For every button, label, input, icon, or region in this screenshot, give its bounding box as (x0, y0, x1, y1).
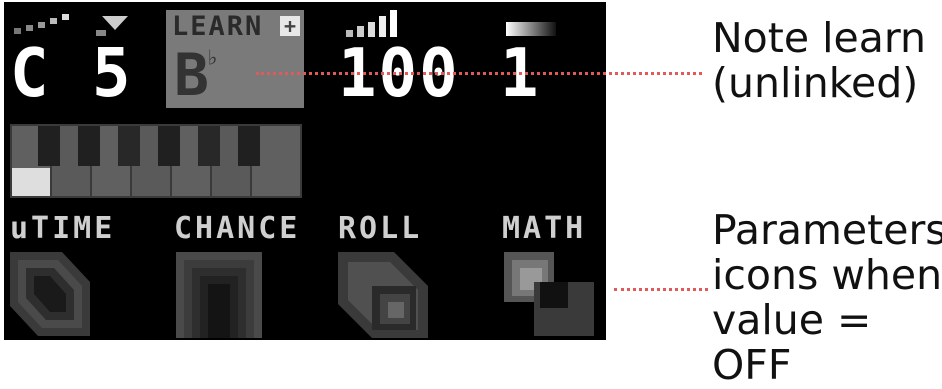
device-screen: C 5 LEARN + B ♭ 100 1 uTIME CHANCE ROLL … (4, 2, 606, 340)
annotation-line: value = OFF (712, 296, 872, 389)
math-icon[interactable] (504, 252, 600, 338)
note-scale-icon (14, 14, 69, 34)
param-label-roll: ROLL (338, 211, 423, 246)
octave-value[interactable]: 5 (92, 40, 133, 107)
plus-icon[interactable]: + (280, 16, 300, 36)
annotation-line: (unlinked) (712, 59, 919, 107)
note-learn-annotation: Note learn (unlinked) (712, 16, 926, 106)
param-label-chance: CHANCE (174, 211, 301, 246)
params-off-annotation: Parameters icons when value = OFF (712, 208, 942, 388)
note-learn-pointer (256, 72, 702, 75)
params-off-pointer (614, 288, 708, 291)
annotation-line: Parameters (712, 206, 942, 254)
learned-note: B (174, 41, 209, 109)
learn-label: LEARN (172, 11, 264, 42)
note-learn-box[interactable]: LEARN + B ♭ (166, 10, 304, 108)
octave-arrow-icon (96, 16, 128, 36)
root-note-value[interactable]: C (10, 40, 51, 107)
utime-icon[interactable] (10, 252, 90, 336)
length-gradient-icon (506, 22, 556, 36)
keyboard-strip-icon (10, 124, 302, 198)
param-label-utime: uTIME (10, 211, 116, 246)
chance-icon[interactable] (176, 252, 262, 338)
roll-icon[interactable] (338, 252, 428, 338)
annotation-line: Note learn (712, 14, 926, 62)
param-label-math: MATH (502, 211, 587, 246)
annotation-line: icons when (712, 251, 942, 299)
velocity-bars-icon (346, 10, 397, 37)
flat-sign: ♭ (206, 46, 220, 71)
